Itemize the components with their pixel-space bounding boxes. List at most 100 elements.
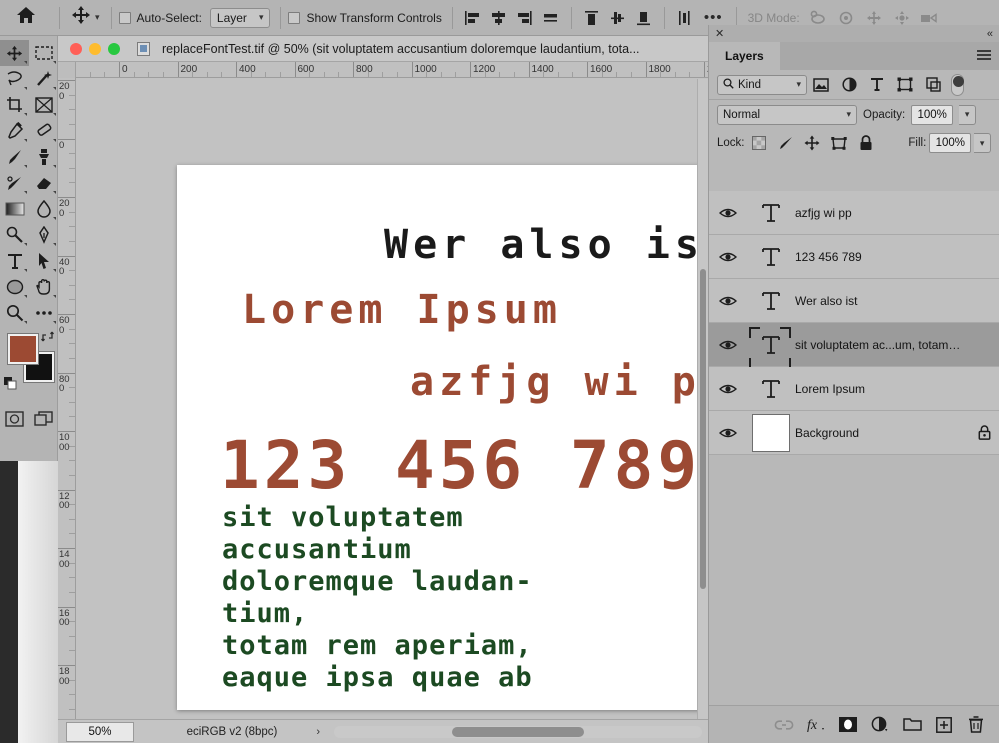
layer-list[interactable]: azfjg wi pp 123 456 789 Wer also ist sit vo… [709,191,999,705]
healing-brush-tool[interactable] [29,118,58,144]
layer-visibility-toggle[interactable] [709,339,747,351]
panel-menu-icon[interactable] [977,50,991,62]
canvas-text-layer[interactable]: accusantium [222,534,412,565]
vertical-scrollbar[interactable] [697,79,708,729]
more-options-button[interactable]: ••• [698,9,729,26]
zoom-tool[interactable] [0,300,29,326]
pixel-layer-filter-icon[interactable] [807,74,835,96]
layer-thumbnail[interactable] [747,238,795,276]
layer-row[interactable]: azfjg wi pp [709,191,999,235]
maximize-button[interactable] [108,42,120,55]
link-layers-icon[interactable] [774,714,794,736]
ruler-corner[interactable] [58,62,76,78]
vertical-scrollbar-thumb[interactable] [700,269,706,589]
lock-all-icon[interactable] [854,132,878,154]
eyedropper-tool[interactable] [0,118,29,144]
layer-visibility-toggle[interactable] [709,383,747,395]
opacity-field[interactable]: 100% [911,104,954,125]
adjustment-layer-filter-icon[interactable] [835,74,863,96]
canvas-text-layer[interactable]: doloremque laudan- [222,566,533,597]
layer-name[interactable]: Wer also ist [795,294,969,308]
lock-position-icon[interactable] [801,132,825,154]
collapse-panel-icon[interactable]: « [987,28,993,40]
minimize-button[interactable] [89,42,101,55]
align-centers-button[interactable] [538,7,564,29]
swap-colors-icon[interactable] [40,330,55,346]
align-horizontal-centers-button[interactable] [486,7,512,29]
quick-mask-icon[interactable] [0,406,29,432]
layer-name[interactable]: azfjg wi pp [795,206,969,220]
dodge-tool[interactable] [0,222,29,248]
type-tool[interactable] [0,248,29,274]
shape-layer-filter-icon[interactable] [891,74,919,96]
document-status-info[interactable]: eciRGB v2 (8bpc) › [136,722,328,742]
layer-row[interactable]: 123 456 789 [709,235,999,279]
document-canvas[interactable]: Wer also ist Lorem Ipsum azfjg wi pp 123 45… [177,165,708,710]
type-layer-filter-icon[interactable] [863,74,891,96]
align-vertical-centers-button[interactable] [605,7,631,29]
crop-tool[interactable] [0,92,29,118]
canvas-text-layer[interactable]: azfjg wi pp [410,359,708,405]
new-layer-icon[interactable] [934,714,954,736]
status-menu-arrow-icon[interactable]: › [316,726,320,738]
filter-kind-dropdown[interactable]: Kind ▾ [717,74,807,95]
default-colors-icon[interactable] [4,377,18,396]
ellipse-tool[interactable] [0,274,29,300]
canvas-text-layer[interactable]: 123 456 789 [220,427,701,504]
horizontal-scrollbar-thumb[interactable] [451,726,585,737]
lock-artboard-nesting-icon[interactable] [827,132,851,154]
align-left-edges-button[interactable] [460,7,486,29]
active-tool-button[interactable]: ▾ [67,5,104,30]
edit-toolbar-button[interactable] [29,300,58,326]
filter-enable-toggle[interactable] [951,73,964,96]
layer-row[interactable]: Background [709,411,999,455]
canvas-text-layer[interactable]: tium, [222,598,308,629]
canvas-text-layer[interactable]: sit voluptatem [222,502,464,533]
layer-name[interactable]: sit voluptatem ac...um, totam rem a [795,338,969,352]
layer-thumbnail[interactable] [747,194,795,232]
canvas-text-layer[interactable]: Wer also ist [384,222,708,268]
layer-thumbnail[interactable] [747,282,795,320]
frame-tool[interactable] [29,92,58,118]
align-right-edges-button[interactable] [512,7,538,29]
pen-tool[interactable] [29,222,58,248]
layer-thumbnail[interactable] [747,326,795,369]
move-tool[interactable] [0,40,29,66]
layer-visibility-toggle[interactable] [709,251,747,263]
layer-row[interactable]: sit voluptatem ac...um, totam rem a [709,323,999,369]
layer-name[interactable]: Background [795,426,969,440]
hand-tool[interactable] [29,274,58,300]
vertical-ruler[interactable]: 2000200400600800100012001400160018002000 [58,78,76,743]
canvas-text-layer[interactable]: eaque ipsa quae ab [222,662,533,693]
canvas-text-layer[interactable]: totam rem aperiam, [222,630,533,661]
layer-row[interactable]: Lorem Ipsum [709,367,999,411]
layer-visibility-toggle[interactable] [709,295,747,307]
blend-mode-dropdown[interactable]: Normal ▾ [717,104,857,125]
add-layer-style-icon[interactable]: fx [806,714,826,736]
delete-layer-icon[interactable] [966,714,986,736]
lock-image-pixels-icon[interactable] [774,132,798,154]
clone-stamp-tool[interactable] [29,144,58,170]
auto-select-checkbox[interactable] [118,11,131,24]
layer-name[interactable]: Lorem Ipsum [795,382,969,396]
rectangular-marquee-tool[interactable] [29,40,58,66]
chevron-down-icon[interactable]: ▾ [95,12,100,23]
document-title-bar[interactable]: replaceFontTest.tif @ 50% (sit voluptate… [58,36,708,62]
horizontal-scrollbar[interactable] [334,725,702,738]
layer-name[interactable]: 123 456 789 [795,250,969,264]
canvas-area[interactable]: Wer also ist Lorem Ipsum azfjg wi pp 123 45… [77,79,708,743]
screen-mode-icon[interactable] [29,406,58,432]
foreground-color-swatch[interactable] [7,333,39,365]
zoom-level-field[interactable]: 50% [66,721,134,742]
lock-transparent-pixels-icon[interactable] [748,132,772,154]
auto-select-dropdown[interactable]: Layer ▾ [209,7,271,28]
layer-visibility-toggle[interactable] [709,207,747,219]
fill-field[interactable]: 100% [929,133,972,153]
fill-stepper[interactable]: ▾ [974,133,991,153]
horizontal-ruler[interactable]: 0200400600800100012001400160018002000 [58,62,708,78]
brush-tool[interactable] [0,144,29,170]
blur-tool[interactable] [29,196,58,222]
align-top-edges-button[interactable] [579,7,605,29]
layer-thumbnail[interactable] [747,413,795,452]
new-group-icon[interactable] [902,714,922,736]
